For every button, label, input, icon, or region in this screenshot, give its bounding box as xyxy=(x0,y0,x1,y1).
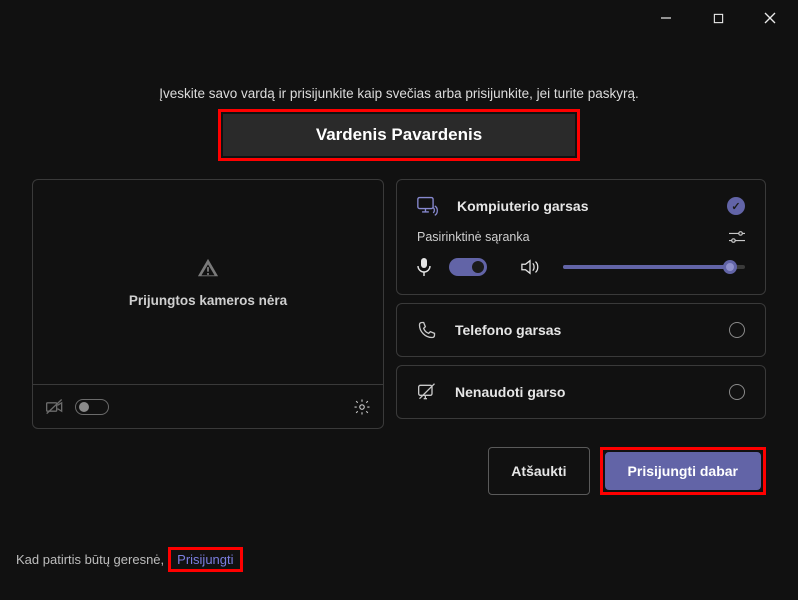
video-off-icon xyxy=(45,397,65,417)
footer-text: Kad patirtis būtų geresnė, Prisijungti xyxy=(16,547,243,572)
guest-name-input[interactable] xyxy=(223,114,575,156)
microphone-toggle[interactable] xyxy=(449,258,487,276)
maximize-button[interactable] xyxy=(696,3,740,33)
cancel-button[interactable]: Atšaukti xyxy=(488,447,589,495)
join-button-highlight: Prisijungti dabar xyxy=(600,447,766,495)
computer-audio-icon xyxy=(417,196,439,216)
audio-option-label: Nenaudoti garso xyxy=(455,384,565,400)
custom-setup-label: Pasirinktinė sąranka xyxy=(417,230,530,244)
audio-option-label: Kompiuterio garsas xyxy=(457,198,588,214)
no-audio-icon xyxy=(417,382,437,402)
radio-unchecked-icon xyxy=(729,322,745,338)
phone-icon xyxy=(417,320,437,340)
speaker-icon xyxy=(521,259,539,275)
settings-sliders-icon[interactable] xyxy=(729,230,745,244)
no-camera-text: Prijungtos kameros nėra xyxy=(129,293,287,308)
radio-unchecked-icon xyxy=(729,384,745,400)
warning-icon xyxy=(197,257,219,279)
signin-link[interactable]: Prisijungti xyxy=(177,552,233,567)
microphone-icon xyxy=(417,258,431,276)
gear-icon[interactable] xyxy=(353,398,371,416)
signin-link-highlight: Prisijungti xyxy=(168,547,242,572)
check-icon: ✓ xyxy=(727,197,745,215)
audio-options-panel: Kompiuterio garsas ✓ Pasirinktinė sąrank… xyxy=(396,179,766,429)
window-titlebar xyxy=(0,0,798,36)
audio-option-label: Telefono garsas xyxy=(455,322,561,338)
audio-option-computer[interactable]: Kompiuterio garsas ✓ Pasirinktinė sąrank… xyxy=(396,179,766,295)
instruction-text: Įveskite savo vardą ir prisijunkite kaip… xyxy=(32,86,766,101)
camera-toggle[interactable] xyxy=(75,399,109,415)
name-input-highlight xyxy=(218,109,580,161)
volume-slider[interactable] xyxy=(563,265,745,269)
minimize-button[interactable] xyxy=(644,3,688,33)
camera-preview-panel: Prijungtos kameros nėra xyxy=(32,179,384,429)
audio-option-none[interactable]: Nenaudoti garso xyxy=(396,365,766,419)
join-now-button[interactable]: Prisijungti dabar xyxy=(605,452,761,490)
audio-option-phone[interactable]: Telefono garsas xyxy=(396,303,766,357)
action-buttons: Atšaukti Prisijungti dabar xyxy=(32,447,766,495)
close-button[interactable] xyxy=(748,3,792,33)
